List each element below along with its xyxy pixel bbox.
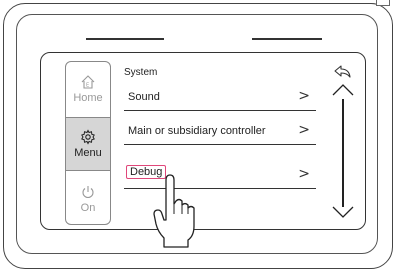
scroll-down-icon[interactable] (331, 205, 355, 224)
power-icon (80, 184, 96, 202)
chevron-right-icon: > (298, 166, 310, 182)
panel-title: System (124, 67, 158, 78)
menu-item-label: Main or subsidiary controller (128, 125, 266, 137)
device-notch (376, 0, 390, 6)
menu-item-sound[interactable]: Sound > (124, 83, 316, 111)
sidebar-item-home[interactable]: E Home (66, 62, 110, 116)
sidebar-item-label: Menu (74, 147, 102, 159)
gear-icon (80, 129, 96, 147)
sidebar: E Home Menu On (65, 61, 111, 225)
sidebar-item-on[interactable]: On (66, 172, 110, 224)
pointing-hand-icon (152, 174, 206, 253)
bezel-line-left (86, 38, 164, 40)
home-icon: E (80, 74, 96, 92)
bezel-line-right (252, 38, 322, 40)
menu-item-main-or-subsidiary-controller[interactable]: Main or subsidiary controller > (124, 117, 316, 145)
svg-text:E: E (86, 83, 89, 89)
scrollbar[interactable] (342, 99, 344, 207)
sidebar-item-menu[interactable]: Menu (66, 117, 110, 171)
chevron-right-icon: > (298, 88, 310, 104)
sidebar-item-label: On (80, 202, 96, 214)
chevron-right-icon: > (298, 122, 310, 138)
menu-item-label: Sound (128, 91, 160, 103)
sidebar-item-label: Home (73, 92, 103, 104)
